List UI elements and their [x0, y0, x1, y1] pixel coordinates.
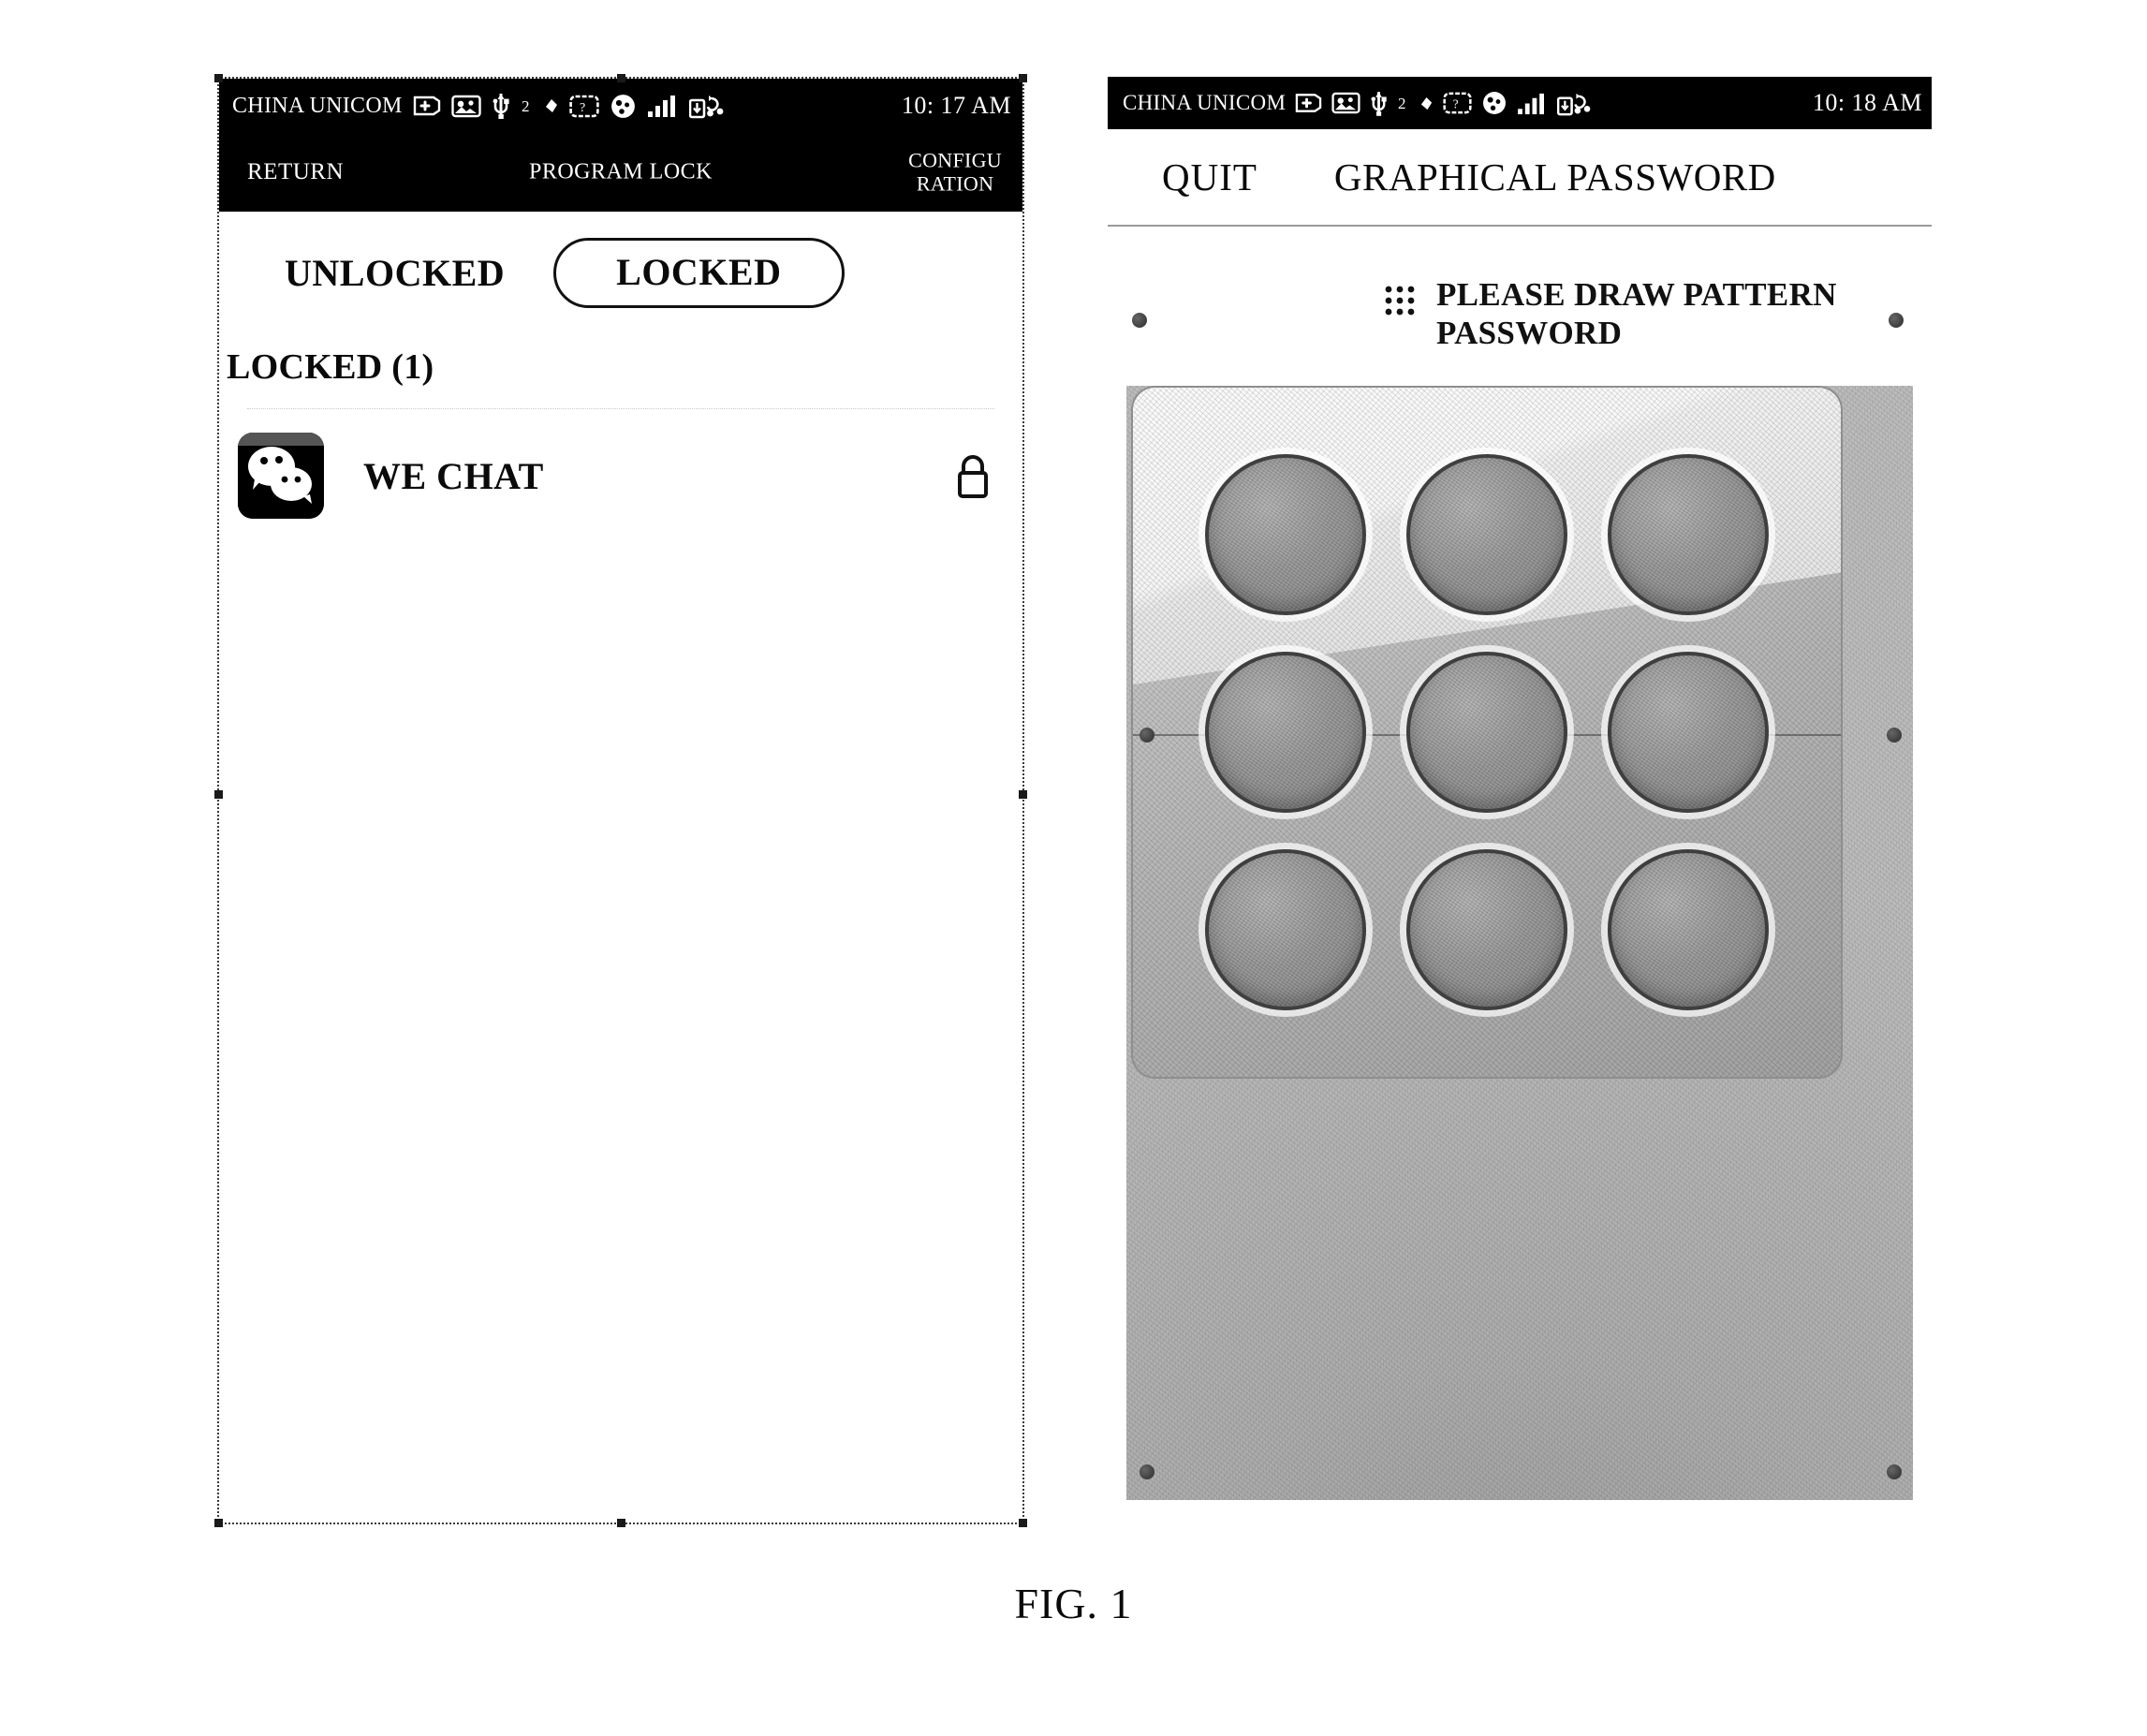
configuration-label-line2: RATION — [916, 171, 994, 195]
left-status-bar: CHINA UNICOM 2 ? 10: 17 AM — [219, 79, 1022, 133]
left-phone-screenshot: CHINA UNICOM 2 ? 10: 17 AM RETURN PROGRA… — [214, 74, 1027, 1527]
pattern-node-2[interactable] — [1405, 454, 1567, 616]
small-diamond-icon — [1419, 96, 1434, 110]
screw-icon — [1887, 728, 1902, 743]
patent-figure: CHINA UNICOM 2 ? 10: 17 AM RETURN PROGRA… — [0, 0, 2147, 1736]
pattern-node-4[interactable] — [1205, 651, 1367, 813]
screw-icon — [1140, 1464, 1154, 1479]
download-upload-icon — [1557, 90, 1592, 117]
pattern-node-8[interactable] — [1405, 848, 1567, 1010]
status-time: 10: 17 AM — [901, 92, 1011, 119]
page-title: GRAPHICAL PASSWORD — [1333, 155, 1776, 199]
page-title: PROGRAM LOCK — [528, 159, 713, 184]
selection-handle — [1019, 1519, 1027, 1527]
pattern-lock-panel[interactable] — [1126, 386, 1913, 1500]
carrier-label: CHINA UNICOM — [232, 93, 403, 118]
selection-handle — [1019, 790, 1027, 799]
quit-button[interactable]: QUIT — [1162, 154, 1257, 199]
draw-pattern-prompt: PLEASE DRAW PATTERN PASSWORD — [1108, 227, 1932, 353]
signal-bars-icon — [647, 94, 679, 118]
tab-unlocked[interactable]: UNLOCKED — [285, 251, 505, 295]
screw-icon — [1889, 313, 1904, 328]
usb-icon — [492, 92, 510, 120]
svg-text:?: ? — [580, 101, 585, 115]
pattern-node-1[interactable] — [1205, 454, 1367, 616]
photo-badge-icon — [1331, 92, 1360, 114]
graphical-password-header: QUIT GRAPHICAL PASSWORD — [1108, 129, 1932, 227]
signal-bars-icon — [1517, 92, 1548, 115]
selection-handle — [214, 1519, 223, 1527]
download-upload-icon — [688, 92, 725, 120]
selection-handle — [617, 74, 625, 82]
left-nav-bar: RETURN PROGRAM LOCK CONFIGU RATION — [219, 133, 1022, 212]
app-name-label: WE CHAT — [363, 454, 544, 497]
usb-icon — [1370, 90, 1388, 117]
pattern-node-9[interactable] — [1607, 848, 1769, 1010]
selection-handle — [1019, 74, 1027, 82]
screw-icon — [1132, 313, 1147, 328]
status-time: 10: 18 AM — [1812, 89, 1922, 116]
pattern-node-6[interactable] — [1607, 651, 1769, 813]
numeral-2-icon: 2 — [1397, 93, 1410, 113]
pattern-node-3[interactable] — [1607, 454, 1769, 616]
screenshot-badge-icon: ? — [568, 95, 599, 118]
wechat-icon — [238, 433, 324, 519]
plus-badge-icon — [413, 95, 441, 117]
lock-closed-icon[interactable] — [951, 449, 994, 502]
pattern-node-7[interactable] — [1205, 848, 1367, 1010]
right-phone-screenshot: CHINA UNICOM 2 ? 10: 18 AM QUIT GRAPHICA… — [1108, 77, 1932, 1524]
configuration-label-line1: CONFIGU — [908, 148, 1002, 172]
circle-badge-icon — [1481, 90, 1507, 116]
circle-badge-icon — [610, 93, 637, 120]
pattern-grid-surface[interactable] — [1131, 386, 1843, 1079]
selection-handle — [617, 1519, 625, 1527]
list-item[interactable]: WE CHAT — [219, 410, 1022, 519]
lock-state-tabs: UNLOCKED LOCKED — [219, 212, 1022, 333]
tab-locked[interactable]: LOCKED — [553, 237, 845, 308]
pattern-node-5[interactable] — [1405, 651, 1567, 813]
screw-icon — [1887, 1464, 1902, 1479]
svg-text:?: ? — [1453, 96, 1459, 110]
figure-caption: FIG. 1 — [1014, 1580, 1133, 1627]
screenshot-badge-icon: ? — [1443, 92, 1472, 114]
pattern-grid-icon — [1384, 285, 1416, 316]
selection-handle — [214, 790, 223, 799]
prompt-label: PLEASE DRAW PATTERN PASSWORD — [1436, 276, 1837, 352]
configuration-button[interactable]: CONFIGU RATION — [908, 149, 1002, 195]
right-status-bar: CHINA UNICOM 2 ? 10: 18 AM — [1108, 77, 1932, 129]
selection-handle — [214, 74, 223, 82]
return-button[interactable]: RETURN — [247, 159, 344, 185]
carrier-label: CHINA UNICOM — [1123, 91, 1287, 114]
screw-icon — [1140, 728, 1154, 743]
small-diamond-icon — [544, 98, 559, 113]
plus-badge-icon — [1295, 92, 1322, 114]
numeral-2-icon: 2 — [521, 96, 534, 116]
svg-text:2: 2 — [522, 97, 530, 115]
section-header-locked-count: LOCKED (1) — [227, 347, 434, 387]
photo-badge-icon — [450, 95, 481, 118]
pattern-node-grid[interactable] — [1133, 388, 1841, 1077]
svg-text:2: 2 — [1398, 95, 1406, 112]
